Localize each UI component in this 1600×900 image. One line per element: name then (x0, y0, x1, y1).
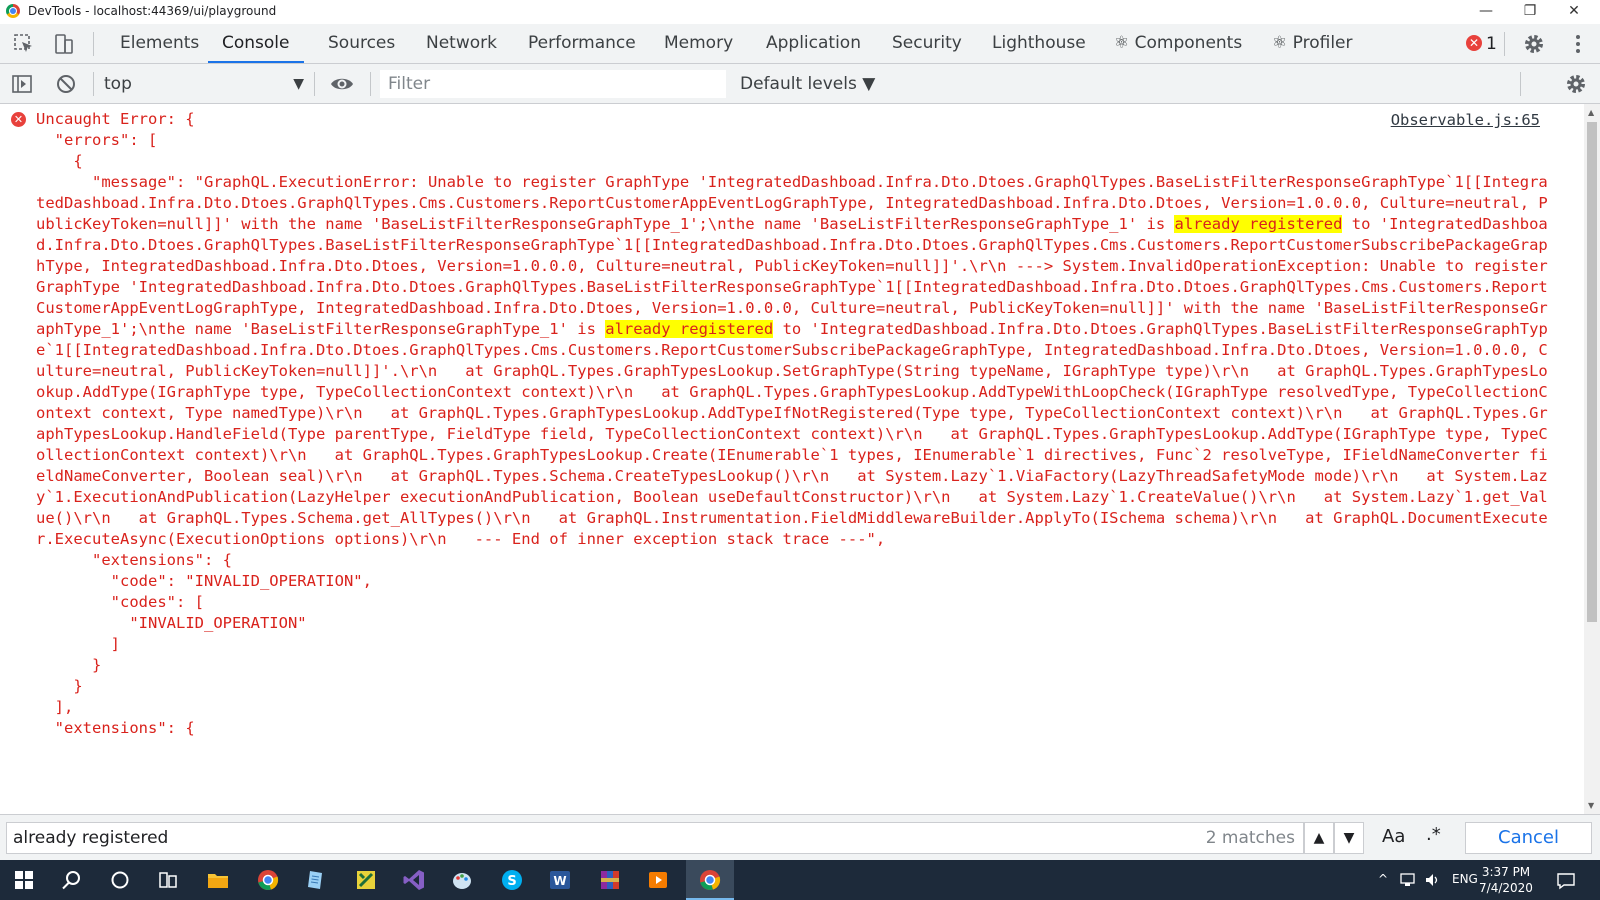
skype-icon[interactable]: S (500, 868, 524, 892)
chrome-icon[interactable] (256, 868, 280, 892)
match-case-button[interactable]: Aa (1382, 826, 1405, 847)
error-icon: ✕ (1466, 35, 1482, 51)
console-scrollbar[interactable]: ▲ ▼ (1584, 104, 1600, 814)
search-bar: 2 matches ▲ ▼ Aa .* Cancel (0, 814, 1600, 860)
media-player-icon[interactable] (646, 868, 670, 892)
match-count: 2 matches (1205, 828, 1295, 848)
search-highlight: already registered (1174, 215, 1343, 233)
visual-studio-icon[interactable] (402, 868, 426, 892)
devtools-tabbar: Elements Console Sources Network Perform… (0, 24, 1600, 64)
context-value: top (104, 74, 132, 94)
chrome-active-icon[interactable] (698, 868, 722, 892)
tray-chevron-up-icon[interactable]: ^ (1378, 872, 1388, 886)
task-view-icon[interactable] (156, 868, 180, 892)
clear-console-icon[interactable] (54, 72, 78, 96)
tab-memory[interactable]: Memory (662, 24, 735, 63)
editor-app-icon[interactable] (354, 868, 378, 892)
toolbar-divider (370, 72, 371, 96)
word-icon[interactable]: W (548, 868, 572, 892)
device-toolbar-icon[interactable] (52, 32, 76, 56)
filter-input[interactable] (380, 70, 726, 98)
notepad-icon[interactable] (304, 868, 328, 892)
volume-icon[interactable] (1424, 872, 1442, 888)
tab-profiler[interactable]: ⚛ Profiler (1270, 24, 1355, 63)
tab-sources[interactable]: Sources (326, 24, 397, 63)
search-field[interactable]: 2 matches (6, 822, 1304, 854)
close-window-button[interactable]: ✕ (1552, 0, 1596, 24)
minimize-button[interactable]: — (1464, 0, 1508, 24)
window-title: DevTools - localhost:44369/ui/playground (28, 4, 277, 18)
regex-button[interactable]: .* (1426, 824, 1441, 845)
search-icon[interactable] (60, 868, 84, 892)
tab-components[interactable]: ⚛ Components (1112, 24, 1244, 63)
file-explorer-icon[interactable] (206, 868, 230, 892)
inspect-element-icon[interactable] (12, 32, 36, 56)
tab-security[interactable]: Security (890, 24, 964, 63)
window-titlebar: DevTools - localhost:44369/ui/playground… (0, 0, 1600, 24)
error-text: to 'IntegratedDashboad.Infra.Dto.Dtoes.G… (36, 320, 1548, 737)
toolbar-divider (1504, 32, 1505, 56)
clock-time: 3:37 PM (1481, 865, 1531, 879)
log-levels-dropdown[interactable]: Default levels ▼ (740, 71, 875, 97)
cortana-icon[interactable] (108, 868, 132, 892)
restore-button[interactable]: ❐ (1508, 0, 1552, 24)
chrome-icon (6, 4, 20, 18)
previous-match-button[interactable]: ▲ (1304, 822, 1334, 854)
tab-application[interactable]: Application (764, 24, 863, 63)
console-error-message: ✕ Observable.js:65 Uncaught Error: { "er… (0, 104, 1584, 814)
console-output[interactable]: ✕ Observable.js:65 Uncaught Error: { "er… (0, 104, 1584, 814)
clock-date: 7/4/2020 (1479, 881, 1533, 895)
taskbar-clock[interactable]: 3:37 PM 7/4/2020 (1474, 864, 1538, 896)
tab-performance[interactable]: Performance (526, 24, 638, 63)
tab-network[interactable]: Network (424, 24, 499, 63)
scrollbar-thumb[interactable] (1587, 122, 1597, 622)
context-selector[interactable]: top ▼ (104, 71, 304, 97)
network-icon[interactable] (1400, 872, 1418, 888)
console-toolbar: top ▼ Default levels ▼ (0, 64, 1600, 104)
search-highlight: already registered (605, 320, 774, 338)
error-count: 1 (1486, 34, 1497, 54)
tab-lighthouse[interactable]: Lighthouse (990, 24, 1088, 63)
paint-icon[interactable] (450, 868, 474, 892)
winrar-icon[interactable] (598, 868, 622, 892)
svg-text:W: W (553, 874, 566, 888)
svg-text:S: S (507, 874, 516, 889)
windows-taskbar: S W ^ ENG 3:37 PM 7/4/2020 (0, 860, 1600, 900)
next-match-button[interactable]: ▼ (1334, 822, 1364, 854)
windows-start-icon[interactable] (12, 868, 36, 892)
toolbar-divider (93, 72, 94, 96)
error-count-badge[interactable]: ✕ 1 (1466, 34, 1497, 54)
console-settings-gear-icon[interactable] (1564, 72, 1588, 96)
live-expression-eye-icon[interactable] (330, 72, 354, 96)
notification-center-icon[interactable] (1556, 872, 1576, 890)
tab-elements[interactable]: Elements (118, 24, 201, 63)
search-input[interactable] (7, 823, 1199, 853)
toolbar-divider (1520, 72, 1521, 96)
show-sidebar-icon[interactable] (10, 72, 34, 96)
scroll-down-arrow-icon[interactable]: ▼ (1588, 801, 1594, 810)
cancel-search-button[interactable]: Cancel (1465, 822, 1592, 854)
scroll-up-arrow-icon[interactable]: ▲ (1588, 108, 1594, 117)
error-icon: ✕ (11, 112, 26, 127)
tab-console[interactable]: Console (208, 24, 304, 63)
settings-gear-icon[interactable] (1522, 32, 1546, 56)
dropdown-arrow-icon: ▼ (293, 76, 304, 92)
toolbar-divider (314, 72, 315, 96)
error-message-text[interactable]: Uncaught Error: { "errors": [ { "message… (36, 109, 1556, 739)
more-options-icon[interactable] (1566, 32, 1590, 56)
toolbar-divider (93, 32, 94, 56)
